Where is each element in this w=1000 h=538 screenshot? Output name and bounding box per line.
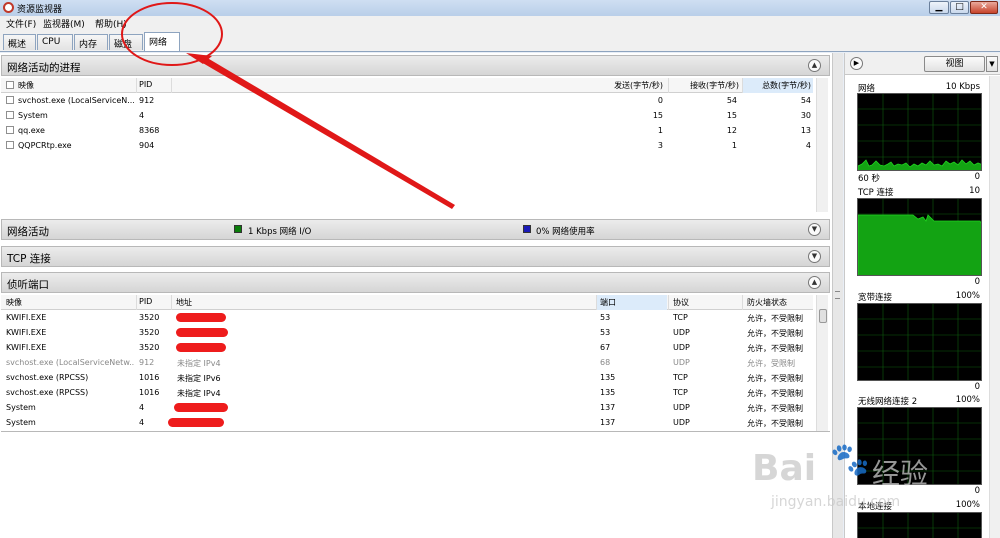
table-row[interactable]: System 4 137 UDP 允许，不受限制 xyxy=(1,401,813,416)
network-usage-label: 0% 网络使用率 xyxy=(536,227,595,237)
col-image[interactable]: 映像 xyxy=(6,297,22,308)
col-port[interactable]: 端口 xyxy=(600,297,616,308)
graph-network-max: 10 Kbps xyxy=(945,82,980,92)
tab-disk[interactable]: 磁盘 xyxy=(109,34,143,50)
table-row[interactable]: svchost.exe (LocalServiceN... 912 0 54 5… xyxy=(1,94,813,109)
redaction-mark xyxy=(176,313,226,322)
minimize-button[interactable]: ▁ xyxy=(929,1,949,14)
menu-bar: 文件(F) 监视器(M) 帮助(H) xyxy=(0,16,1000,30)
graph-tcp-min: 0 xyxy=(974,277,980,287)
watermark-url: jingyan.baidu.com xyxy=(771,494,901,510)
window-title: 资源监视器 xyxy=(17,5,63,15)
col-send[interactable]: 发送(字节/秒) xyxy=(591,80,663,91)
network-graph xyxy=(857,93,982,171)
table-row[interactable]: QQPCRtp.exe 904 3 1 4 xyxy=(1,139,813,154)
maximize-button[interactable]: □ xyxy=(950,1,969,14)
menu-help[interactable]: 帮助(H) xyxy=(95,17,127,30)
col-pid[interactable]: PID xyxy=(139,297,152,306)
table-row[interactable]: qq.exe 8368 1 12 13 xyxy=(1,124,813,139)
collapse-panel-chevron-icon[interactable]: ▶ xyxy=(850,57,863,70)
listening-ports-section-header[interactable]: 侦听端口 ▲ xyxy=(1,272,830,293)
processes-section-title: 网络活动的进程 xyxy=(7,62,81,74)
graph-wireless-max: 100% xyxy=(955,395,980,405)
watermark-brand-suffix: 经验 xyxy=(872,457,929,490)
table-row[interactable]: System 4 15 15 30 xyxy=(1,109,813,124)
col-pid[interactable]: PID xyxy=(139,80,152,89)
expand-chevron-icon[interactable]: ▼ xyxy=(808,223,821,236)
graph-local-max: 100% xyxy=(955,500,980,510)
graph-broadband-max: 100% xyxy=(955,291,980,301)
tab-cpu[interactable]: CPU xyxy=(37,34,73,50)
listening-ports-title: 侦听端口 xyxy=(7,279,49,291)
col-address[interactable]: 地址 xyxy=(176,297,192,308)
listening-scrollbar[interactable] xyxy=(816,295,828,431)
graph-network-time: 60 秒 xyxy=(858,174,881,184)
table-row[interactable]: KWIFI.EXE 3520 53 UDP 允许，不受限制 xyxy=(1,326,813,341)
graph-wireless-min: 0 xyxy=(974,486,980,496)
redaction-mark xyxy=(176,328,228,337)
redaction-mark xyxy=(168,418,224,427)
col-image[interactable]: 映像 xyxy=(18,80,34,91)
table-row[interactable]: KWIFI.EXE 3520 67 UDP 允许，不受限制 xyxy=(1,341,813,356)
table-row[interactable]: svchost.exe (RPCSS) 1016 未指定 IPv4 135 TC… xyxy=(1,386,813,401)
tab-overview[interactable]: 概述 xyxy=(3,34,36,50)
row-checkbox[interactable] xyxy=(6,126,14,134)
tcp-section-header[interactable]: TCP 连接 ▼ xyxy=(1,246,830,267)
processes-scrollbar[interactable] xyxy=(816,78,828,212)
graph-tcp-max: 10 xyxy=(969,186,980,196)
row-checkbox[interactable] xyxy=(6,96,14,104)
resource-monitor-icon xyxy=(3,2,14,13)
select-all-checkbox[interactable] xyxy=(6,81,14,89)
listening-column-header: 映像 PID 地址 端口 协议 防火墙状态 xyxy=(1,295,813,310)
table-row[interactable]: svchost.exe (RPCSS) 1016 未指定 IPv6 135 TC… xyxy=(1,371,813,386)
menu-monitor[interactable]: 监视器(M) xyxy=(43,17,85,30)
watermark-brand: Bai xyxy=(752,448,817,489)
local-graph xyxy=(857,512,982,538)
baidu-paw-icon: 🐾 xyxy=(830,440,870,478)
tcp-section-title: TCP 连接 xyxy=(7,253,51,265)
graph-wireless-label: 无线网络连接 2 xyxy=(858,397,918,407)
table-row[interactable]: System 4 137 UDP 允许，不受限制 xyxy=(1,416,813,431)
network-io-label: 1 Kbps 网络 I/O xyxy=(248,227,312,237)
network-activity-title: 网络活动 xyxy=(7,226,49,238)
graph-broadband-label: 宽带连接 xyxy=(858,293,893,303)
table-row[interactable]: KWIFI.EXE 3520 53 TCP 允许，不受限制 xyxy=(1,311,813,326)
redaction-mark xyxy=(176,343,226,352)
graphs-scrollbar[interactable] xyxy=(989,76,1000,538)
processes-section-header[interactable]: 网络活动的进程 ▲ xyxy=(1,55,830,76)
graph-broadband-min: 0 xyxy=(974,382,980,392)
tab-network[interactable]: 网络 xyxy=(144,32,180,51)
network-activity-section-header[interactable]: 网络活动 1 Kbps 网络 I/O 0% 网络使用率 ▼ xyxy=(1,219,830,240)
row-checkbox[interactable] xyxy=(6,141,14,149)
processes-column-header: 映像 PID 发送(字节/秒) 接收(字节/秒) 总数(字节/秒) xyxy=(1,78,813,93)
expand-chevron-icon[interactable]: ▼ xyxy=(808,250,821,263)
col-firewall[interactable]: 防火墙状态 xyxy=(747,297,787,308)
view-button[interactable]: 视图 xyxy=(924,56,985,72)
io-legend-icon xyxy=(234,225,242,233)
graph-tcp-label: TCP 连接 xyxy=(858,188,894,198)
table-row[interactable]: svchost.exe (LocalServiceNetw... 912 未指定… xyxy=(1,356,813,371)
tab-bar: 概述 CPU 内存 磁盘 网络 xyxy=(0,30,1000,52)
menu-file[interactable]: 文件(F) xyxy=(6,17,36,30)
title-bar: 资源监视器 ▁ □ ✕ xyxy=(0,0,1000,16)
col-protocol[interactable]: 协议 xyxy=(673,297,689,308)
collapse-chevron-icon[interactable]: ▲ xyxy=(808,276,821,289)
section-divider xyxy=(1,431,830,432)
redaction-mark xyxy=(174,403,228,412)
row-checkbox[interactable] xyxy=(6,111,14,119)
view-dropdown-icon[interactable]: ▼ xyxy=(986,56,998,72)
tcp-graph xyxy=(857,198,982,276)
graph-network-min: 0 xyxy=(974,172,980,182)
close-button[interactable]: ✕ xyxy=(970,1,998,14)
graphs-toolbar: ▶ 视图 ▼ xyxy=(845,53,1000,75)
usage-legend-icon xyxy=(523,225,531,233)
collapse-chevron-icon[interactable]: ▲ xyxy=(808,59,821,72)
col-recv[interactable]: 接收(字节/秒) xyxy=(671,80,739,91)
broadband-graph xyxy=(857,303,982,381)
tab-memory[interactable]: 内存 xyxy=(74,34,108,50)
scrollbar-thumb[interactable] xyxy=(819,309,827,323)
col-total[interactable]: 总数(字节/秒) xyxy=(744,80,811,91)
